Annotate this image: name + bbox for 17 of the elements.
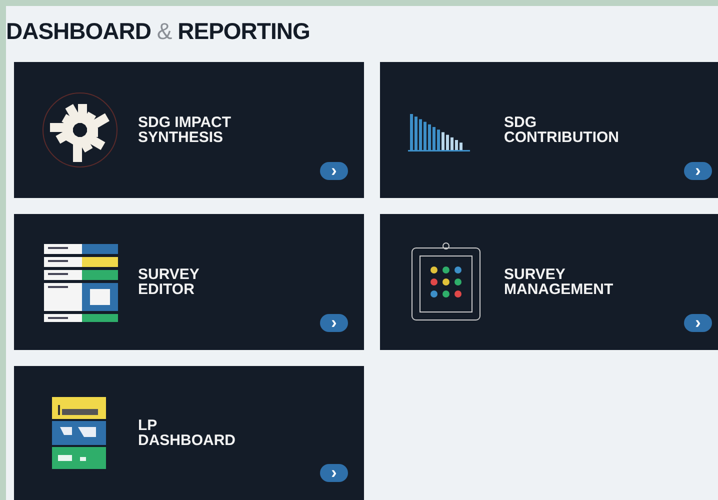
tile-title: SURVEY EDITOR <box>138 267 200 297</box>
open-button[interactable]: › <box>320 314 348 332</box>
tile-title: SURVEY MANAGEMENT <box>504 267 614 297</box>
tile-title: LP DASHBOARD <box>138 418 236 448</box>
open-button[interactable]: › <box>320 464 348 482</box>
dashboard-tile[interactable]: SURVEY MANAGEMENT › <box>380 214 718 350</box>
radial-chart-icon <box>40 90 120 170</box>
dashboard-tile[interactable]: LP DASHBOARD › <box>14 366 364 500</box>
dashboard-tile[interactable]: SDG IMPACT SYNTHESIS › <box>14 62 364 198</box>
open-button[interactable]: › <box>684 314 712 332</box>
open-button[interactable]: › <box>320 162 348 180</box>
open-button[interactable]: › <box>684 162 712 180</box>
tile-title: SDG IMPACT SYNTHESIS <box>138 115 232 145</box>
dashboard-tile[interactable]: SDG CONTRIBUTION › <box>380 62 718 198</box>
tile-title: SDG CONTRIBUTION <box>504 115 619 145</box>
page-title: DASHBOARD & REPORTING <box>6 17 311 46</box>
dashboard-tile[interactable]: SURVEY EDITOR › <box>14 214 364 350</box>
